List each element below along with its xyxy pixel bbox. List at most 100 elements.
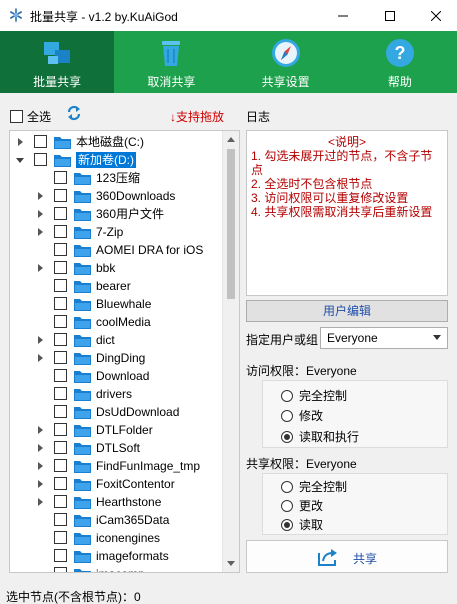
tree-node-checkbox[interactable]: [54, 369, 67, 382]
collapsed-arrow-icon[interactable]: [16, 138, 24, 146]
radio-button[interactable]: [281, 409, 293, 422]
collapsed-arrow-icon[interactable]: [36, 426, 44, 434]
tree-scrollbar[interactable]: [222, 131, 239, 572]
share-button[interactable]: 共享: [246, 540, 448, 573]
share-option-change[interactable]: 更改: [281, 497, 323, 514]
tree-node[interactable]: 360用户文件: [10, 205, 224, 223]
tree-node[interactable]: DsUdDownload: [10, 403, 224, 421]
scroll-thumb[interactable]: [227, 149, 235, 299]
tree-node[interactable]: imageformats: [10, 547, 224, 565]
tree-node[interactable]: Bluewhale: [10, 295, 224, 313]
tree-node[interactable]: Download: [10, 367, 224, 385]
tree-node-checkbox[interactable]: [54, 405, 67, 418]
tree-node-checkbox[interactable]: [54, 261, 67, 274]
collapsed-arrow-icon[interactable]: [36, 498, 44, 506]
folder-icon: [74, 551, 91, 563]
title-bar: 批量共享 - v1.2 by.KuAiGod: [0, 0, 457, 31]
tree-node[interactable]: DTLSoft: [10, 439, 224, 457]
user-group-select[interactable]: Everyone: [320, 327, 448, 349]
collapsed-arrow-icon[interactable]: [36, 192, 44, 200]
tree-node[interactable]: 360Downloads: [10, 187, 224, 205]
tree-node-checkbox[interactable]: [54, 567, 67, 572]
tree-node-checkbox[interactable]: [54, 531, 67, 544]
tree-node-checkbox[interactable]: [54, 423, 67, 436]
tree-node-checkbox[interactable]: [54, 387, 67, 400]
scroll-down-button[interactable]: [223, 555, 239, 572]
tree-node[interactable]: dict: [10, 331, 224, 349]
tree-node-checkbox[interactable]: [34, 135, 47, 148]
tab-help[interactable]: ? 帮助: [343, 31, 457, 93]
tree-node[interactable]: DTLFolder: [10, 421, 224, 439]
radio-button-selected[interactable]: [281, 430, 293, 443]
tree-node-checkbox[interactable]: [54, 225, 67, 238]
tree-node-checkbox[interactable]: [54, 333, 67, 346]
collapsed-arrow-icon[interactable]: [36, 228, 44, 236]
tab-batch-share[interactable]: 批量共享: [0, 31, 115, 93]
tree-node[interactable]: iCam365Data: [10, 511, 224, 529]
share-option-full-control[interactable]: 完全控制: [281, 478, 347, 495]
tree-node-label: FindFunImage_tmp: [96, 459, 201, 473]
tree-node-checkbox[interactable]: [54, 351, 67, 364]
tree-node-checkbox[interactable]: [54, 279, 67, 292]
collapsed-arrow-icon[interactable]: [36, 210, 44, 218]
access-option-modify[interactable]: 修改: [281, 407, 323, 424]
tree-node[interactable]: bearer: [10, 277, 224, 295]
share-option-read[interactable]: 读取: [281, 516, 323, 533]
tree-node[interactable]: FindFunImage_tmp: [10, 457, 224, 475]
main-toolbar: 批量共享 取消共享 共享设置 ? 帮助: [0, 31, 457, 93]
tree-node[interactable]: 123压缩: [10, 169, 224, 187]
refresh-icon[interactable]: [66, 104, 82, 122]
collapsed-arrow-icon[interactable]: [36, 336, 44, 344]
folder-icon: [74, 281, 91, 293]
tree-node-checkbox[interactable]: [54, 513, 67, 526]
user-edit-button[interactable]: 用户编辑: [246, 300, 448, 322]
tree-node-checkbox[interactable]: [34, 153, 47, 166]
expanded-arrow-icon[interactable]: [16, 156, 24, 164]
tree-node[interactable]: 7-Zip: [10, 223, 224, 241]
tree-node[interactable]: AOMEI DRA for iOS: [10, 241, 224, 259]
tree-node-checkbox[interactable]: [54, 459, 67, 472]
tree-node-checkbox[interactable]: [54, 495, 67, 508]
tree-node-checkbox[interactable]: [54, 315, 67, 328]
radio-button-selected[interactable]: [281, 518, 293, 531]
select-all-box[interactable]: [10, 110, 23, 123]
tab-cancel-share[interactable]: 取消共享: [114, 31, 228, 93]
tree-node-checkbox[interactable]: [54, 441, 67, 454]
tree-node[interactable]: iconengines: [10, 529, 224, 547]
scroll-up-button[interactable]: [223, 131, 239, 148]
tree-node[interactable]: 新加卷(D:): [10, 151, 224, 169]
tree-node-checkbox[interactable]: [54, 189, 67, 202]
tree-node[interactable]: imacomp: [10, 565, 224, 572]
folder-tree[interactable]: 本地磁盘(C:) 新加卷(D:) 123压缩 360Downloads 360用户文件 7…: [9, 130, 240, 573]
select-all-checkbox[interactable]: 全选: [10, 108, 51, 125]
radio-button[interactable]: [281, 499, 293, 512]
tree-node-checkbox[interactable]: [54, 207, 67, 220]
tree-node[interactable]: DingDing: [10, 349, 224, 367]
access-option-read-execute[interactable]: 读取和执行: [281, 428, 359, 445]
collapsed-arrow-icon[interactable]: [36, 354, 44, 362]
tree-node[interactable]: 本地磁盘(C:): [10, 133, 224, 151]
tree-node-checkbox[interactable]: [54, 549, 67, 562]
tree-node-label: DTLSoft: [96, 441, 141, 455]
collapsed-arrow-icon[interactable]: [36, 462, 44, 470]
maximize-button[interactable]: [367, 0, 413, 31]
tab-share-settings[interactable]: 共享设置: [229, 31, 343, 93]
tree-node-checkbox[interactable]: [54, 243, 67, 256]
tree-node-checkbox[interactable]: [54, 477, 67, 490]
radio-button[interactable]: [281, 389, 293, 402]
collapsed-arrow-icon[interactable]: [36, 444, 44, 452]
minimize-button[interactable]: [320, 0, 366, 31]
tree-node-checkbox[interactable]: [54, 171, 67, 184]
tree-node[interactable]: Hearthstone: [10, 493, 224, 511]
collapsed-arrow-icon[interactable]: [36, 264, 44, 272]
folder-icon: [74, 335, 91, 347]
tree-node[interactable]: coolMedia: [10, 313, 224, 331]
close-button[interactable]: [413, 0, 457, 31]
tree-node[interactable]: drivers: [10, 385, 224, 403]
radio-button[interactable]: [281, 480, 293, 493]
collapsed-arrow-icon[interactable]: [36, 480, 44, 488]
tree-node[interactable]: FoxitContentor: [10, 475, 224, 493]
tree-node[interactable]: bbk: [10, 259, 224, 277]
tree-node-checkbox[interactable]: [54, 297, 67, 310]
access-option-full-control[interactable]: 完全控制: [281, 387, 347, 404]
